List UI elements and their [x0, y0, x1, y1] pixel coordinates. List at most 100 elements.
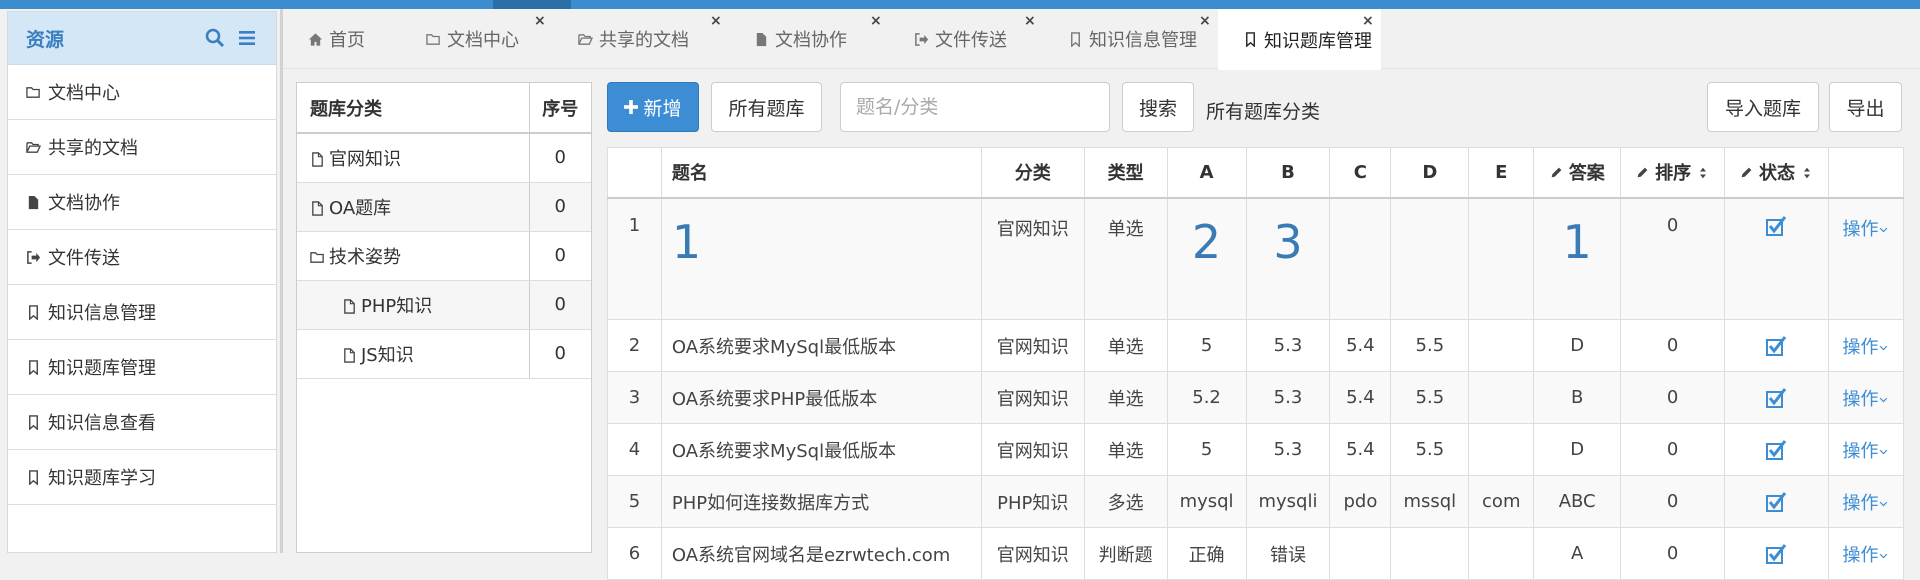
add-button[interactable]: 新增	[607, 82, 699, 132]
menu-icon[interactable]	[237, 28, 257, 48]
search-button-label: 搜索	[1138, 97, 1177, 120]
table-row[interactable]: 1 1 官网知识 单选 2 3 1 0 操作	[607, 197, 1905, 320]
cell-type: 判断题	[1083, 527, 1168, 580]
checkbox-checked-icon[interactable]	[1765, 491, 1787, 513]
tab-close-icon[interactable]: ×	[870, 13, 882, 29]
checkbox-checked-icon[interactable]	[1765, 439, 1787, 461]
table-row[interactable]: 3 OA系统要求PHP最低版本 官网知识 单选 5.2 5.3 5.4 5.5 B 0 操作	[607, 371, 1905, 424]
checkbox-checked-icon[interactable]	[1765, 335, 1787, 357]
tab-close-icon[interactable]: ×	[1024, 13, 1036, 29]
sidebar-item-2[interactable]: 文档协作	[8, 175, 276, 230]
category-panel: 题库分类 序号 官网知识 0 OA题库 0 技术姿势 0 PHP知识 0 JS知识 0	[296, 82, 592, 553]
cell-a: 正确	[1166, 527, 1247, 580]
category-row[interactable]: JS知识 0	[297, 329, 591, 379]
checkbox-checked-icon[interactable]	[1765, 215, 1787, 237]
grid-header-2: 分类	[980, 147, 1085, 199]
grid-header-10[interactable]: 排序	[1620, 147, 1726, 199]
category-name-cell[interactable]: OA题库	[297, 182, 529, 232]
operation-dropdown[interactable]: 操作	[1827, 423, 1905, 476]
category-filter[interactable]: 所有题库分类	[1206, 97, 1320, 124]
folder-icon	[26, 86, 40, 98]
all-bank-button[interactable]: 所有题库	[711, 82, 822, 132]
sidebar-item-label: 共享的文档	[48, 138, 138, 159]
add-button-label: 新增	[643, 97, 682, 120]
category-row[interactable]: 官网知识 0	[297, 133, 591, 183]
export-button[interactable]: 导出	[1829, 82, 1902, 132]
tab-4[interactable]: 文件传送 ×	[889, 9, 1043, 69]
chevron-down-icon	[1880, 227, 1888, 232]
category-row[interactable]: PHP知识 0	[297, 280, 591, 330]
category-name: PHP知识	[361, 295, 433, 317]
cell-title: OA系统要求PHP最低版本	[660, 371, 982, 424]
tab-6[interactable]: 知识题库管理 ×	[1218, 9, 1381, 70]
cell-status[interactable]	[1724, 475, 1829, 528]
tab-label: 文件传送	[935, 30, 1007, 51]
sidebar-item-1[interactable]: 共享的文档	[8, 120, 276, 175]
operation-dropdown[interactable]: 操作	[1827, 475, 1905, 528]
folder-icon	[426, 33, 440, 45]
table-row[interactable]: 5 PHP如何连接数据库方式 PHP知识 多选 mysql mysqli pdo mssql c…	[607, 475, 1905, 528]
operation-label: 操作	[1842, 336, 1879, 358]
import-button[interactable]: 导入题库	[1707, 82, 1819, 132]
search-input[interactable]	[840, 82, 1110, 132]
category-name-cell[interactable]: PHP知识	[297, 280, 529, 330]
tab-close-icon[interactable]: ×	[1362, 13, 1374, 29]
tab-label: 知识信息管理	[1089, 30, 1197, 51]
cell-status[interactable]	[1724, 527, 1829, 580]
tab-3[interactable]: 文档协作 ×	[729, 9, 889, 69]
grid-header-11[interactable]: 状态	[1724, 147, 1829, 199]
category-name-cell[interactable]: 官网知识	[297, 133, 529, 183]
category-table: 题库分类 序号 官网知识 0 OA题库 0 技术姿势 0 PHP知识 0 JS知识 0	[297, 83, 591, 379]
sidebar-item-5[interactable]: 知识题库管理	[8, 340, 276, 395]
operation-dropdown[interactable]: 操作	[1827, 527, 1905, 580]
sidebar-item-label: 知识信息查看	[48, 413, 156, 434]
category-name-cell[interactable]: JS知识	[297, 329, 529, 379]
sidebar-item-7[interactable]: 知识题库学习	[8, 450, 276, 505]
cell-status[interactable]	[1724, 197, 1829, 320]
grid-header-label: A	[1199, 161, 1214, 183]
panel-divider[interactable]	[280, 9, 283, 553]
category-row[interactable]: OA题库 0	[297, 182, 591, 232]
cell-status[interactable]	[1724, 371, 1829, 424]
tab-1[interactable]: 文档中心 ×	[401, 9, 553, 69]
folder-open-icon	[26, 141, 41, 153]
search-icon[interactable]	[205, 28, 225, 48]
operation-dropdown[interactable]: 操作	[1827, 197, 1905, 320]
operation-label: 操作	[1842, 544, 1879, 566]
cell-status[interactable]	[1724, 423, 1829, 476]
tab-close-icon[interactable]: ×	[1199, 13, 1211, 29]
operation-dropdown[interactable]: 操作	[1827, 319, 1905, 372]
tab-2[interactable]: 共享的文档 ×	[553, 9, 729, 69]
category-name: 官网知识	[329, 148, 401, 170]
search-button[interactable]: 搜索	[1122, 82, 1194, 132]
table-row[interactable]: 6 OA系统官网域名是ezrwtech.com 官网知识 判断题 正确 错误 A 0 操作	[607, 527, 1905, 580]
tab-0[interactable]: 首页	[283, 9, 401, 69]
cell-status[interactable]	[1724, 319, 1829, 372]
cell-b: 5.3	[1245, 423, 1331, 476]
checkbox-checked-icon[interactable]	[1765, 543, 1787, 565]
cell-e	[1468, 423, 1535, 476]
sidebar-item-3[interactable]: 文件传送	[8, 230, 276, 285]
operation-dropdown[interactable]: 操作	[1827, 371, 1905, 424]
category-row[interactable]: 技术姿势 0	[297, 231, 591, 281]
tab-close-icon[interactable]: ×	[710, 13, 722, 29]
sidebar-item-0[interactable]: 文档中心	[8, 65, 276, 120]
table-row[interactable]: 2 OA系统要求MySql最低版本 官网知识 单选 5 5.3 5.4 5.5 D 0 操作	[607, 319, 1905, 372]
tab-close-icon[interactable]: ×	[534, 13, 546, 29]
tab-label: 文档中心	[447, 30, 519, 51]
tab-5[interactable]: 知识信息管理 ×	[1043, 9, 1218, 69]
grid-header-9[interactable]: 答案	[1533, 147, 1622, 199]
grid-header-4: A	[1166, 147, 1247, 199]
category-name-cell[interactable]: 技术姿势	[297, 231, 529, 281]
cell-type: 单选	[1083, 319, 1168, 372]
tab-label: 共享的文档	[599, 30, 689, 51]
grid-header-12	[1827, 147, 1905, 199]
sidebar-item-4[interactable]: 知识信息管理	[8, 285, 276, 340]
sidebar-item-6[interactable]: 知识信息查看	[8, 395, 276, 450]
category-header: 题库分类	[297, 83, 529, 134]
checkbox-checked-icon[interactable]	[1765, 387, 1787, 409]
operation-label: 操作	[1842, 218, 1879, 240]
cell-no: 1	[607, 197, 662, 320]
sidebar: 资源 文档中心 共享的文档 文档协作 文件传送 知识信息管理 知识题库管理 知识信息查看 知识…	[7, 11, 277, 553]
table-row[interactable]: 4 OA系统要求MySql最低版本 官网知识 单选 5 5.3 5.4 5.5 D 0 操作	[607, 423, 1905, 476]
